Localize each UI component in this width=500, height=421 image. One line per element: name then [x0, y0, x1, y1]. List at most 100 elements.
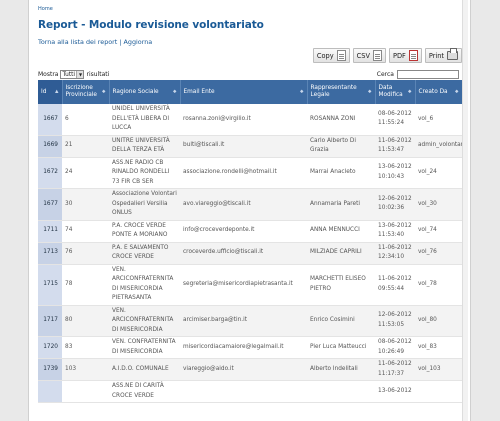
cell-rapp: Pier Luca Matteucci	[307, 336, 375, 359]
cell-rapp: Marrai Anacleto	[307, 157, 375, 189]
table-row[interactable]: 1713 76 P.A. E SALVAMENTO CROCE VERDE croce…	[38, 242, 462, 265]
header-id[interactable]: Id ▲	[38, 80, 63, 104]
print-label: Print	[428, 51, 444, 60]
cell-rapp: Carlo Alberto Di Grazia	[307, 135, 375, 158]
cell-creato: admin_volontariato	[415, 135, 462, 158]
refresh-link[interactable]: Aggiorna	[124, 38, 153, 46]
table-row[interactable]: 1717 80 VEN. ARCICONFRATERNITA DI MISERICO…	[38, 305, 462, 337]
cell-id	[38, 380, 62, 403]
csv-button[interactable]: CSV	[352, 48, 386, 63]
cell-ragione: VEN. ARCICONFRATERNITA DI MISERICORDIA P…	[109, 264, 180, 306]
cell-ragione: Associazione Volontari Ospedalieri Versi…	[109, 188, 180, 221]
cell-isc: 24	[62, 157, 109, 189]
sort-asc-icon: ▲	[55, 89, 59, 95]
table-header-row: Id ▲ Iscrizione Provinciale ◆ Ragione Soci…	[38, 80, 463, 104]
chevron-down-icon: ▼	[76, 71, 84, 78]
csv-file-icon	[372, 50, 382, 61]
header-ragione[interactable]: Ragione Sociale ◆	[109, 80, 181, 104]
pdf-button[interactable]: PDF	[388, 48, 422, 63]
cell-rapp: ROSANNA ZONI	[307, 104, 375, 136]
cell-rapp: Enrico Cosimini	[307, 305, 375, 337]
cell-email: rosanna.zoni@virgilio.it	[180, 104, 307, 136]
cell-id: 1713	[38, 242, 62, 265]
cell-email: misericordiacamaiore@legalmail.it	[180, 336, 307, 359]
search-input[interactable]	[397, 70, 459, 79]
header-iscrizione-label: Iscrizione Provinciale	[65, 85, 97, 98]
cell-email: croceverde.ufficio@tiscali.it	[180, 242, 307, 265]
page-length-control: Mostra Tutti ▼ risultati	[38, 70, 109, 79]
export-toolbar: Copy CSV PDF Print	[312, 48, 462, 63]
cell-email: bulti@tiscali.it	[180, 135, 307, 158]
cell-isc: 78	[62, 264, 109, 306]
cell-data: 08-06-2012 10:26:49	[375, 336, 415, 359]
cell-data: 13-06-2012	[375, 380, 415, 403]
cell-data: 11-06-2012 12:34:10	[375, 242, 415, 265]
sort-icon: ◆	[300, 89, 304, 95]
cell-id: 1720	[38, 336, 62, 359]
cell-data: 12-06-2012 10:02:36	[375, 188, 415, 221]
cell-creato: vol_24	[415, 157, 462, 189]
breadcrumb-home[interactable]: Home	[38, 6, 53, 12]
back-to-reports-link[interactable]: Torna alla lista dei report	[38, 38, 117, 46]
cell-data: 13-06-2012 10:10:43	[375, 157, 415, 189]
page-title: Report - Modulo revisione volontariato	[38, 19, 264, 31]
table-row[interactable]: ASS.NE DI CARITÀ CROCE VERDE 13-06-2012	[38, 380, 462, 403]
cell-id: 1667	[38, 104, 62, 136]
header-iscrizione[interactable]: Iscrizione Provinciale ◆	[62, 80, 110, 104]
page-length-value: Tutti	[62, 71, 75, 78]
cell-isc: 21	[62, 135, 109, 158]
cell-rapp	[307, 380, 375, 403]
cell-email: avo.viareggio@tiscali.it	[180, 188, 307, 221]
header-rappresentante[interactable]: Rappresentante Legale ◆	[307, 80, 376, 104]
cell-isc	[62, 380, 109, 403]
pdf-file-icon	[408, 50, 418, 61]
header-email[interactable]: Email Ente ◆	[180, 80, 308, 104]
table-row[interactable]: 1711 74 P.A. CROCE VERDE PONTE A MORIANO in…	[38, 220, 462, 243]
table-row[interactable]: 1669 21 UNITRE UNIVERSITÀ DELLA TERZA ETÀ b…	[38, 135, 462, 158]
cell-ragione: UNIDEL UNIVERSITÀ DELL'ETÀ LIBERA DI LUC…	[109, 104, 180, 136]
table-row[interactable]: 1715 78 VEN. ARCICONFRATERNITA DI MISERICO…	[38, 264, 462, 306]
cell-ragione: P.A. E SALVAMENTO CROCE VERDE	[109, 242, 180, 265]
cell-creato: vol_80	[415, 305, 462, 337]
show-prefix: Mostra	[38, 71, 59, 78]
cell-ragione: VEN. CONFRATERNITA DI MISERICORDIA	[109, 336, 180, 359]
cell-isc: 74	[62, 220, 109, 243]
cell-rapp: ANNA MENNUCCI	[307, 220, 375, 243]
copy-icon	[336, 50, 346, 61]
page-scrollbar[interactable]	[462, 0, 468, 421]
sublinks: Torna alla lista dei report | Aggiorna	[38, 38, 152, 46]
table-row[interactable]: 1677 30 Associazione Volontari Ospedalieri…	[38, 188, 462, 221]
cell-data: 08-06-2012 11:55:24	[375, 104, 415, 136]
cell-isc: 6	[62, 104, 109, 136]
header-email-label: Email Ente	[183, 88, 215, 95]
cell-id: 1711	[38, 220, 62, 243]
header-ragione-label: Ragione Sociale	[112, 88, 159, 95]
cell-creato	[415, 380, 462, 403]
header-data[interactable]: Data Modifica ◆	[375, 80, 416, 104]
copy-button[interactable]: Copy	[312, 48, 350, 63]
cell-ragione: VEN. ARCICONFRATERNITA DI MISERICORDIA	[109, 305, 180, 337]
cell-ragione: ASS.NE DI CARITÀ CROCE VERDE	[109, 380, 180, 403]
table-row[interactable]: 1739 103 A.I.D.O. COMUNALE viareggio@aido.i…	[38, 358, 462, 381]
cell-rapp: Annamaria Pareti	[307, 188, 375, 221]
header-creato[interactable]: Creato Da ◆	[415, 80, 463, 104]
table-row[interactable]: 1672 24 ASS.NE RADIO CB RINALDO RONDELLI 7…	[38, 157, 462, 189]
cell-ragione: UNITRE UNIVERSITÀ DELLA TERZA ETÀ	[109, 135, 180, 158]
print-button[interactable]: Print	[424, 48, 462, 63]
cell-creato: vol_6	[415, 104, 462, 136]
table-row[interactable]: 1720 83 VEN. CONFRATERNITA DI MISERICORDIA…	[38, 336, 462, 359]
cell-rapp: MILZIADE CAPRILI	[307, 242, 375, 265]
page-length-select[interactable]: Tutti ▼	[60, 70, 85, 79]
cell-email: viareggio@aido.it	[180, 358, 307, 381]
search-label: Cerca	[376, 71, 394, 78]
cell-id: 1672	[38, 157, 62, 189]
cell-email: info@croceverdeponte.it	[180, 220, 307, 243]
header-rappresentante-label: Rappresentante Legale	[310, 85, 357, 98]
header-creato-label: Creato Da	[418, 88, 448, 95]
cell-rapp: MARCHETTI ELISEO PIETRO	[307, 264, 375, 306]
cell-id: 1739	[38, 358, 62, 381]
cell-data: 13-06-2012 11:53:40	[375, 220, 415, 243]
table-row[interactable]: 1667 6 UNIDEL UNIVERSITÀ DELL'ETÀ LIBERA D…	[38, 104, 462, 136]
cell-rapp: Alberto Indelitali	[307, 358, 375, 381]
sort-icon: ◆	[173, 89, 177, 95]
